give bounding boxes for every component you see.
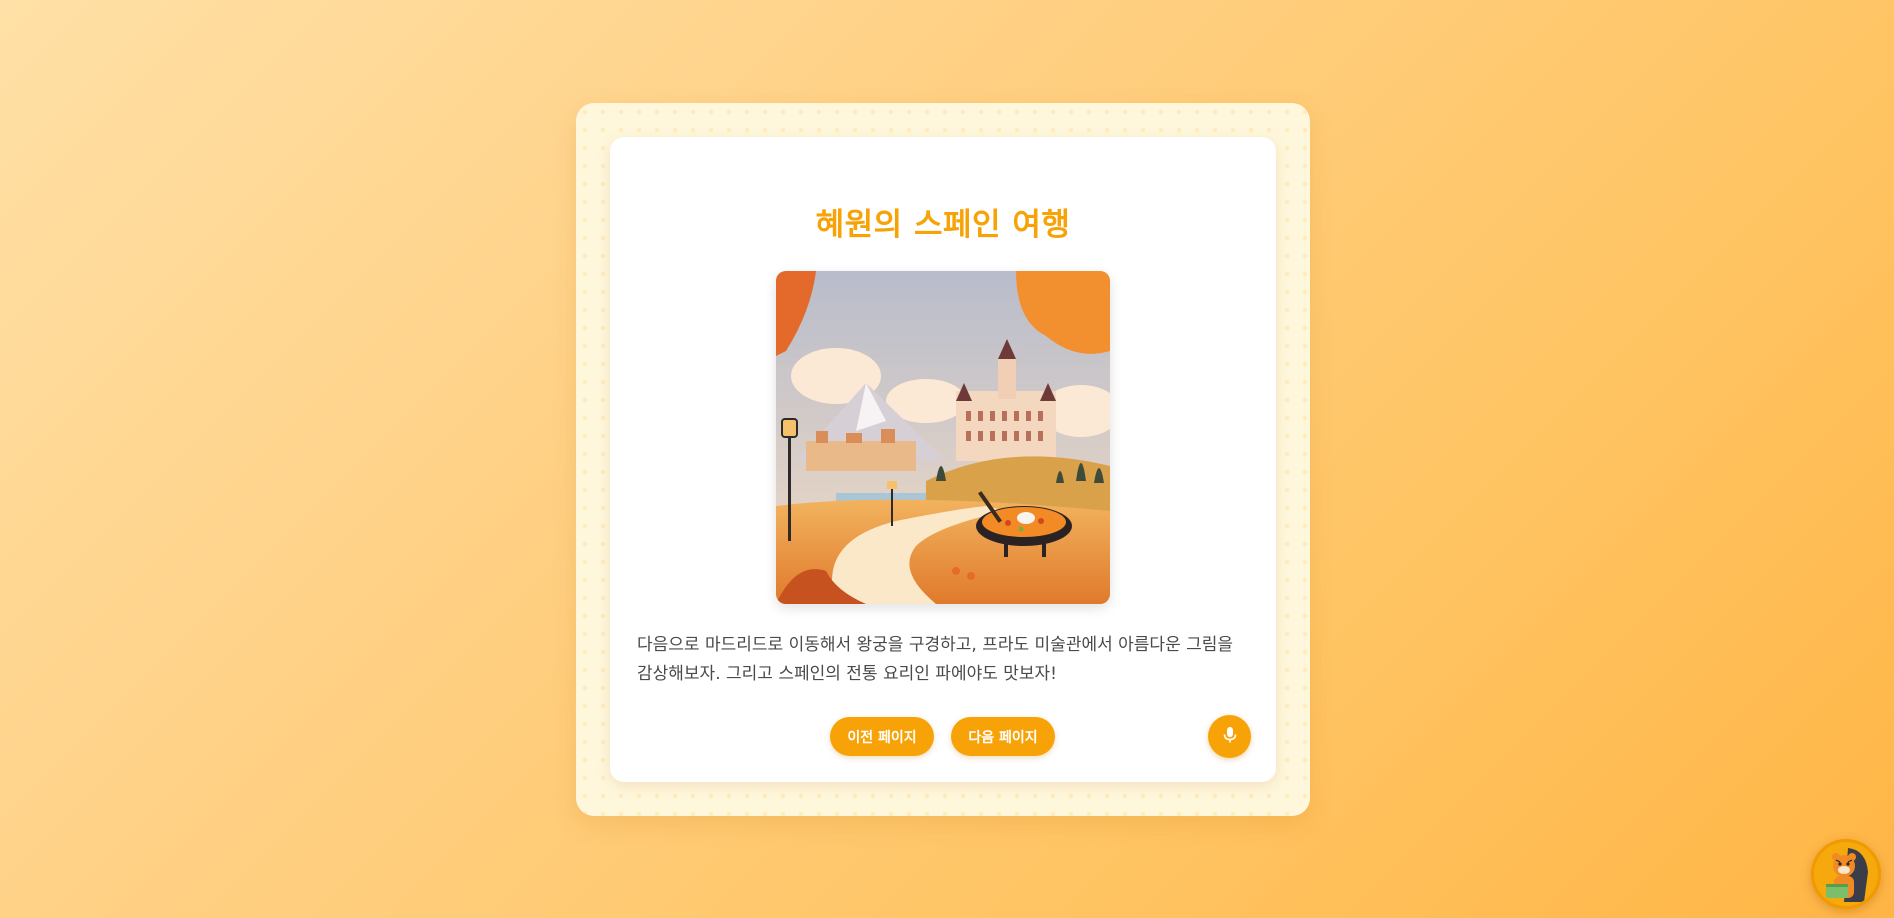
tiger-mascot-icon xyxy=(1814,842,1878,906)
microphone-icon xyxy=(1222,726,1238,747)
story-card: 혜원의 스페인 여행 다음으로 마드리드로 이동해서 왕궁을 구경하고, 프라도… xyxy=(610,137,1276,782)
story-title: 혜원의 스페인 여행 xyxy=(815,207,1071,243)
next-page-button[interactable]: 다음 페이지 xyxy=(951,717,1055,756)
storybook-frame: 혜원의 스페인 여행 다음으로 마드리드로 이동해서 왕궁을 구경하고, 프라도… xyxy=(576,103,1310,816)
story-text: 다음으로 마드리드로 이동해서 왕궁을 구경하고, 프라도 미술관에서 아름다운… xyxy=(637,635,1234,684)
prev-page-button[interactable]: 이전 페이지 xyxy=(830,717,934,756)
story-illustration xyxy=(776,271,1110,604)
mascot-button[interactable] xyxy=(1811,839,1881,909)
mic-button[interactable] xyxy=(1208,715,1251,758)
